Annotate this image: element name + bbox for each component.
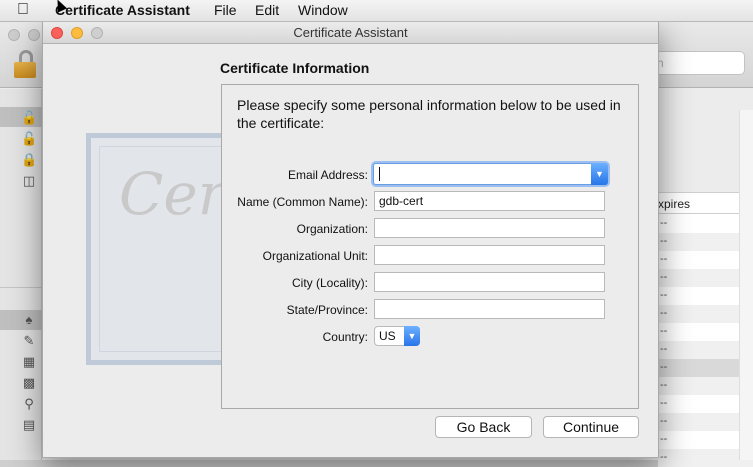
secure-note-icon[interactable]: ▦	[21, 354, 37, 370]
country-select[interactable]: US ▼	[374, 326, 420, 346]
name-field[interactable]: gdb-cert	[374, 191, 605, 211]
continue-button[interactable]: Continue	[543, 416, 639, 438]
name-label: Name (Common Name):	[237, 195, 368, 209]
lock-icon[interactable]	[14, 50, 36, 78]
organization-label: Organization:	[296, 222, 368, 236]
chevron-down-icon[interactable]: ▼	[591, 163, 608, 185]
app-menu[interactable]: Certificate Assistant	[55, 2, 190, 18]
menu-bar:  Certificate Assistant File Edit Window	[0, 0, 753, 22]
sidebar-divider	[0, 287, 42, 288]
key-icon[interactable]: ⚲	[21, 396, 37, 412]
apple-menu-icon[interactable]: 	[17, 1, 29, 19]
unlocked-keychain-icon[interactable]: 🔓	[21, 110, 37, 126]
dialog-titlebar: Certificate Assistant	[43, 22, 658, 44]
window-menu[interactable]: Window	[298, 2, 348, 18]
organization-field[interactable]	[374, 218, 605, 238]
folder-icon[interactable]: ◫	[21, 173, 37, 189]
country-value: US	[379, 329, 396, 343]
org-unit-field[interactable]	[374, 245, 605, 265]
edit-menu[interactable]: Edit	[255, 2, 279, 18]
bg-minimize-button[interactable]	[28, 29, 40, 41]
bg-close-button[interactable]	[8, 29, 20, 41]
info-panel: Please specify some personal information…	[221, 84, 639, 409]
state-label: State/Province:	[286, 303, 368, 317]
certificate-icon[interactable]: ▩	[21, 375, 37, 391]
dialog-title: Certificate Assistant	[293, 25, 408, 40]
email-field[interactable]: ▼	[373, 163, 608, 185]
keychain-sidebar: 🔓 🔓 🔒 ◫ ♠ ✎ ▦ ▩ ⚲ ▤	[0, 89, 42, 460]
all-items-icon[interactable]: ♠	[21, 312, 37, 328]
go-back-button[interactable]: Go Back	[435, 416, 532, 438]
unlocked-keychain-icon[interactable]: 🔓	[21, 131, 37, 147]
chevron-down-icon[interactable]: ▼	[404, 326, 420, 346]
email-label: Email Address:	[287, 168, 368, 182]
file-menu[interactable]: File	[214, 2, 237, 18]
scrollbar[interactable]	[739, 110, 753, 460]
city-field[interactable]	[374, 272, 605, 292]
pen-icon[interactable]: ✎	[21, 333, 37, 349]
text-caret	[379, 167, 380, 181]
org-unit-label: Organizational Unit:	[262, 249, 368, 263]
city-label: City (Locality):	[291, 276, 368, 290]
section-title: Certificate Information	[220, 60, 370, 76]
intro-text: Please specify some personal information…	[237, 97, 621, 131]
state-field[interactable]	[374, 299, 605, 319]
certificate-assistant-dialog: Certificate Assistant Certificate Certif…	[42, 22, 659, 458]
my-certificates-icon[interactable]: ▤	[21, 417, 37, 433]
country-label: Country:	[322, 330, 368, 344]
locked-keychain-icon[interactable]: 🔒	[21, 152, 37, 168]
